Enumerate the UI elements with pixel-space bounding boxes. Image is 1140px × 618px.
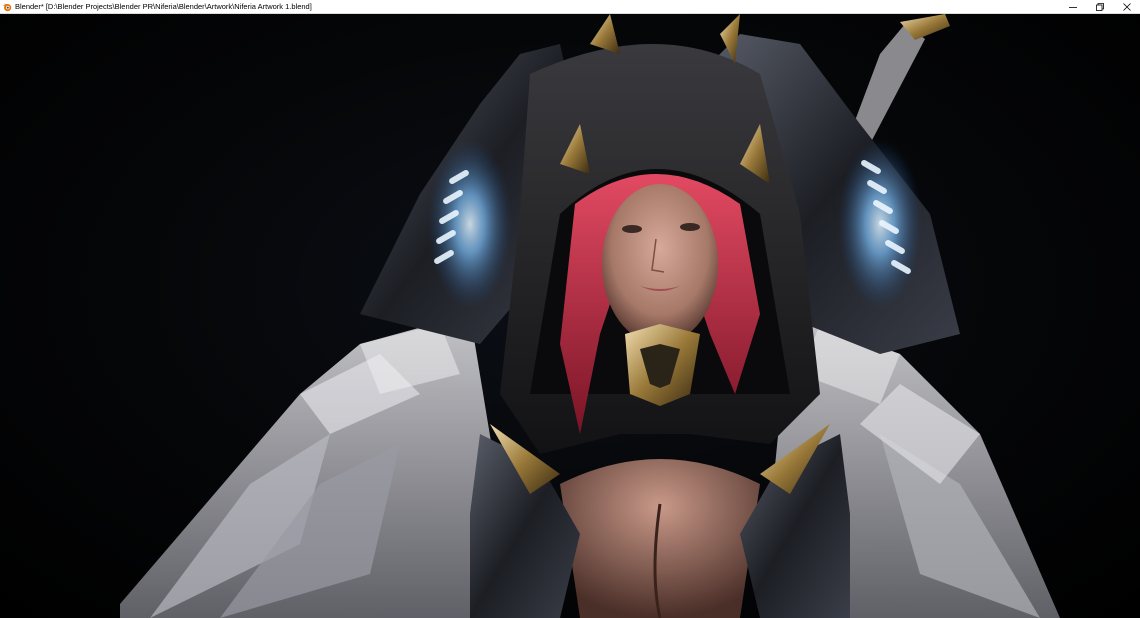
render-viewport[interactable] bbox=[0, 14, 1140, 618]
feather-collar-left bbox=[120, 314, 520, 618]
restore-button[interactable] bbox=[1086, 0, 1113, 14]
close-icon bbox=[1122, 3, 1131, 11]
minimize-icon bbox=[1068, 7, 1077, 8]
sword-hilt bbox=[850, 14, 950, 144]
minimize-button[interactable] bbox=[1059, 0, 1086, 14]
window-controls bbox=[1059, 0, 1140, 14]
blender-window: Blender* [D:\Blender Projects\Blender PR… bbox=[0, 0, 1140, 618]
chest bbox=[560, 459, 760, 618]
window-title: Blender* [D:\Blender Projects\Blender PR… bbox=[15, 1, 312, 11]
close-button[interactable] bbox=[1113, 0, 1140, 14]
blender-logo-icon bbox=[2, 3, 12, 11]
character-render-image bbox=[120, 14, 1060, 618]
title-bar[interactable]: Blender* [D:\Blender Projects\Blender PR… bbox=[0, 0, 1140, 14]
face bbox=[602, 184, 718, 344]
restore-icon bbox=[1095, 3, 1104, 11]
neck-ornament bbox=[625, 324, 700, 406]
